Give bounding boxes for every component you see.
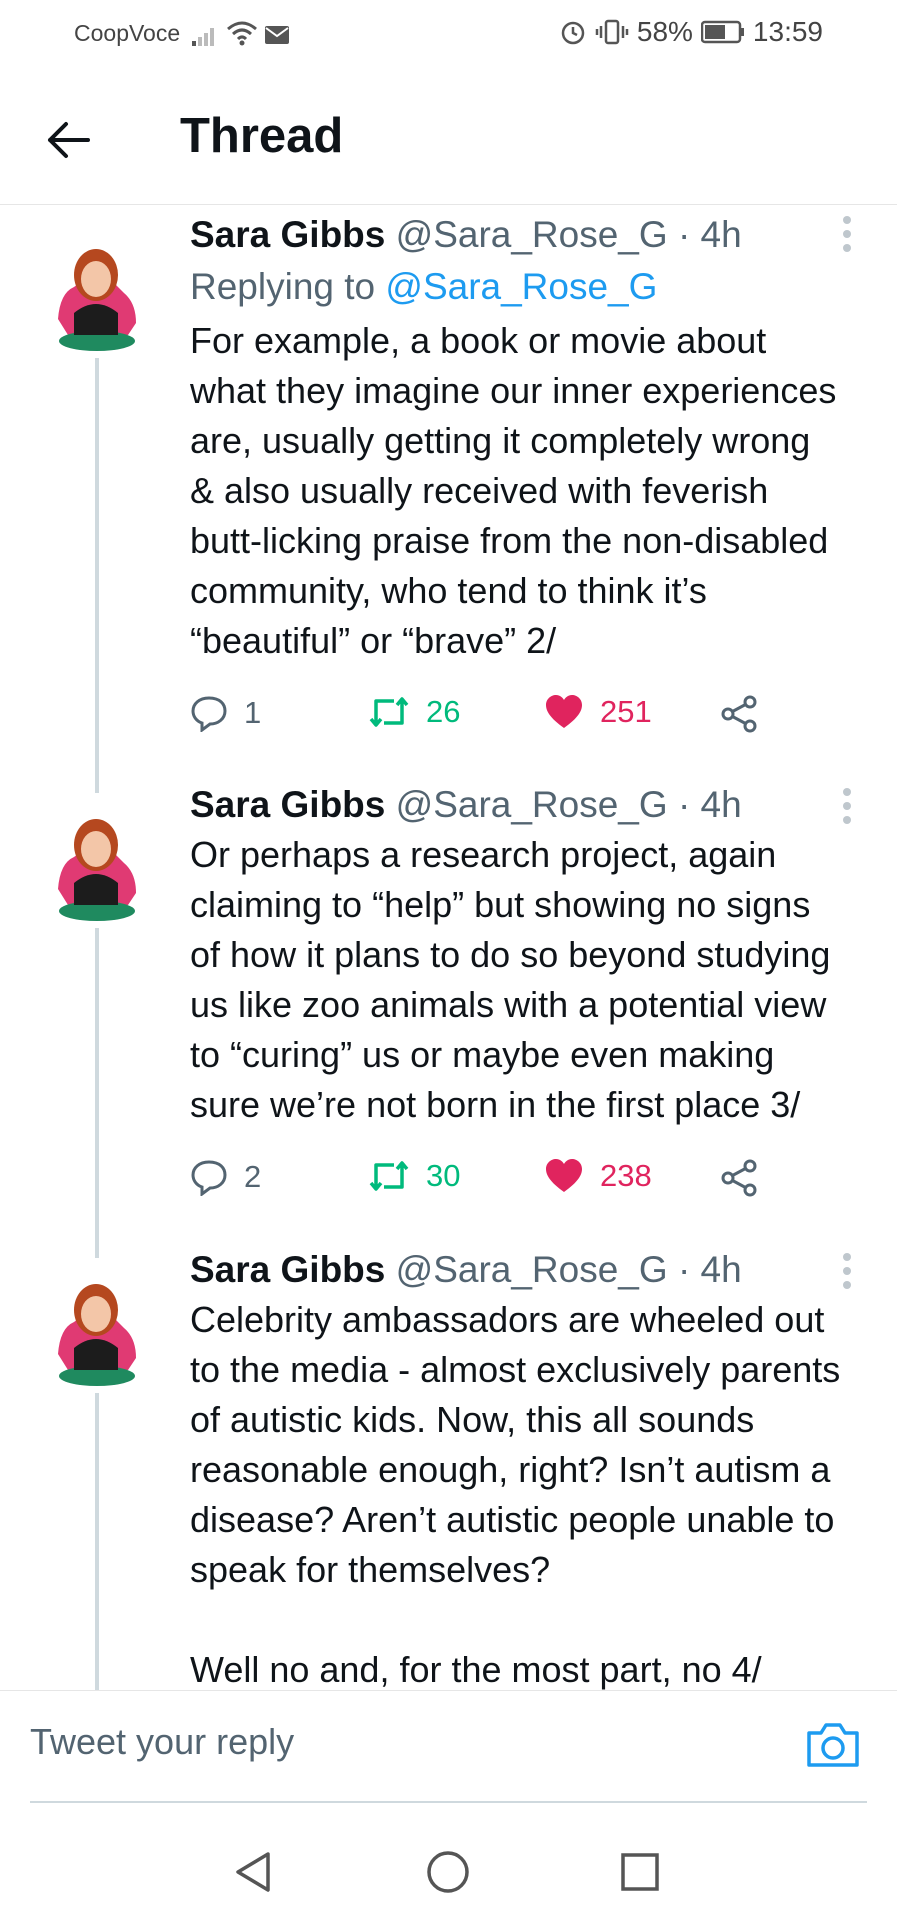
camera-button[interactable] — [805, 1719, 861, 1769]
share-button[interactable] — [720, 1158, 760, 1198]
reply-button[interactable]: 2 — [190, 1158, 261, 1196]
retweet-button[interactable]: 26 — [368, 694, 460, 730]
like-count: 238 — [600, 1158, 652, 1193]
author-handle[interactable]: @Sara_Rose_G · 4h — [396, 214, 742, 255]
avatar[interactable] — [30, 793, 164, 927]
author-handle[interactable]: @Sara_Rose_G · 4h — [396, 784, 742, 825]
author-name[interactable]: Sara Gibbs — [190, 1249, 385, 1290]
tweet-text: Celebrity ambassadors are wheeled out to… — [190, 1299, 841, 1690]
nav-recents-button[interactable] — [616, 1848, 664, 1896]
retweet-count: 26 — [426, 694, 461, 729]
alarm-icon — [561, 21, 585, 45]
retweet-icon — [369, 697, 409, 727]
thread-header: Thread — [0, 70, 897, 205]
reply-count: 2 — [244, 1159, 262, 1194]
author-name[interactable]: Sara Gibbs — [190, 214, 385, 255]
tweet-text: For example, a book or movie about what … — [190, 320, 837, 661]
tweet-header: Sara Gibbs @Sara_Rose_G · 4h — [190, 1249, 827, 1291]
tweet-header: Sara Gibbs @Sara_Rose_G · 4h — [190, 214, 827, 256]
status-bar: CoopVoce 58% 13:59 — [0, 0, 897, 70]
reply-bar: Tweet your reply — [0, 1690, 897, 1803]
like-count: 251 — [600, 694, 652, 729]
reply-count: 1 — [244, 695, 262, 730]
clock-time: 13:59 — [752, 16, 823, 47]
avatar[interactable] — [30, 1258, 164, 1392]
reply-icon — [191, 696, 227, 732]
avatar-photo — [30, 223, 164, 357]
heart-filled-icon — [546, 1159, 582, 1192]
square-recents-icon — [621, 1853, 659, 1891]
replying-mention[interactable]: @Sara_Rose_G — [385, 266, 657, 307]
status-left-icons — [192, 20, 290, 46]
triangle-back-icon — [236, 1852, 270, 1892]
retweet-button[interactable]: 30 — [368, 1158, 460, 1194]
tweet-item[interactable]: Sara Gibbs @Sara_Rose_G · 4h Celebrity a… — [0, 1249, 897, 1690]
avatar[interactable] — [30, 223, 164, 357]
page-title: Thread — [180, 109, 344, 163]
more-options-icon[interactable] — [843, 788, 853, 824]
avatar-photo — [30, 1258, 164, 1392]
retweet-count: 30 — [426, 1158, 461, 1193]
tweet-header: Sara Gibbs @Sara_Rose_G · 4h — [190, 784, 827, 826]
retweet-icon — [369, 1161, 409, 1191]
tweet-actions: 2 30 238 — [190, 1158, 790, 1208]
signal-icon — [192, 28, 214, 46]
nav-home-button[interactable] — [424, 1848, 472, 1896]
carrier-label: CoopVoce — [74, 20, 181, 46]
system-nav-bar — [0, 1800, 897, 1920]
reply-icon — [191, 1160, 227, 1196]
like-button[interactable]: 238 — [544, 1158, 652, 1194]
thread-connector — [95, 1393, 99, 1690]
share-icon — [721, 1159, 757, 1197]
share-icon — [721, 695, 757, 733]
like-button[interactable]: 251 — [544, 694, 652, 730]
tweet-item[interactable]: Sara Gibbs @Sara_Rose_G · 4h Replying to… — [0, 206, 897, 793]
thread-connector — [95, 358, 99, 793]
mail-icon — [265, 26, 289, 44]
avatar-photo — [30, 793, 164, 927]
nav-back-button[interactable] — [230, 1848, 278, 1896]
thread-connector — [95, 928, 99, 1258]
back-button[interactable] — [40, 112, 96, 168]
share-button[interactable] — [720, 694, 760, 734]
status-right: 58% 13:59 — [559, 16, 823, 48]
tweet-item[interactable]: Sara Gibbs @Sara_Rose_G · 4h Or perhaps … — [0, 784, 897, 1258]
reply-button[interactable]: 1 — [190, 694, 261, 732]
camera-icon — [807, 1723, 859, 1767]
author-handle[interactable]: @Sara_Rose_G · 4h — [396, 1249, 742, 1290]
replying-to-label: Replying to @Sara_Rose_G — [190, 266, 657, 308]
thread-list[interactable]: Sara Gibbs @Sara_Rose_G · 4h Replying to… — [0, 206, 897, 1690]
more-options-icon[interactable] — [843, 216, 853, 252]
battery-icon — [700, 20, 744, 44]
tweet-text: Or perhaps a research project, again cla… — [190, 834, 831, 1125]
replying-prefix: Replying to — [190, 266, 386, 307]
more-options-icon[interactable] — [843, 1253, 853, 1289]
vibrate-icon — [595, 19, 629, 45]
wifi-icon — [227, 21, 257, 46]
battery-percent: 58% — [636, 16, 693, 47]
tweet-actions: 1 26 251 — [190, 694, 790, 744]
heart-filled-icon — [546, 695, 582, 728]
reply-input[interactable]: Tweet your reply — [30, 1721, 294, 1763]
arrow-left-icon — [48, 122, 90, 158]
author-name[interactable]: Sara Gibbs — [190, 784, 385, 825]
circle-home-icon — [427, 1851, 469, 1893]
